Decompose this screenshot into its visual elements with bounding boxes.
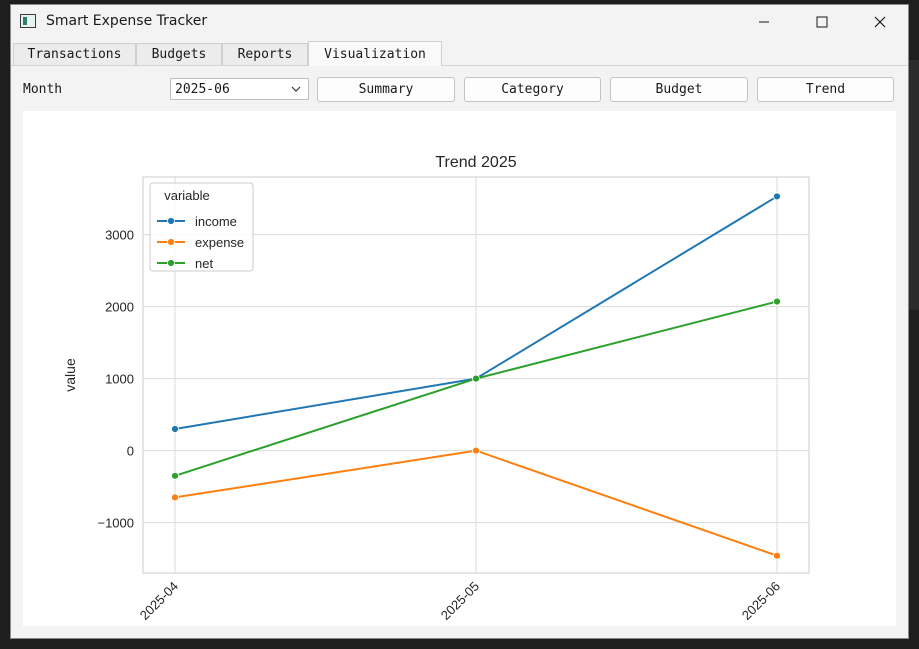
data-point-income [773, 192, 781, 201]
x-tick-label: 2025-05 [438, 579, 482, 623]
data-point-net [171, 471, 179, 480]
tab-budgets[interactable]: Budgets [136, 43, 222, 65]
y-tick-label: 2000 [105, 300, 134, 315]
tab-label: Budgets [151, 47, 207, 62]
legend-marker-income [167, 217, 175, 225]
data-point-net [773, 297, 781, 306]
close-button[interactable] [851, 5, 909, 39]
y-tick-label: 3000 [105, 228, 134, 243]
chart-area: Trend 2025 value −1000 0 1000 2000 3000 2025… [23, 111, 896, 626]
tab-transactions[interactable]: Transactions [13, 43, 136, 65]
tab-label: Reports [237, 47, 293, 62]
tab-bar: Transactions Budgets Reports Visualizati… [11, 41, 908, 66]
trend-button[interactable]: Trend [757, 77, 894, 102]
x-tick-label: 2025-06 [739, 579, 783, 623]
app-icon [20, 14, 36, 28]
legend-marker-expense [167, 238, 175, 246]
data-point-expense [773, 551, 781, 560]
month-select-value: 2025-06 [175, 81, 230, 97]
data-point-income [171, 425, 179, 433]
budget-button-label: Budget [655, 82, 703, 97]
legend-label-net: net [195, 256, 213, 271]
minimize-icon [759, 21, 769, 23]
background-window [909, 60, 919, 310]
chart-title: Trend 2025 [435, 154, 516, 171]
tab-reports[interactable]: Reports [222, 43, 308, 65]
y-tick-label: 0 [127, 444, 134, 459]
trend-button-label: Trend [805, 82, 846, 97]
maximize-icon [816, 16, 828, 28]
main-window: Smart Expense Tracker Transactions Budge… [10, 4, 909, 639]
title-bar: Smart Expense Tracker [11, 5, 908, 39]
data-point-expense [171, 493, 179, 502]
month-label: Month [23, 82, 63, 97]
close-icon [874, 16, 886, 28]
y-axis-label: value [62, 358, 78, 392]
legend-marker-net [167, 259, 175, 267]
tab-label: Visualization [324, 46, 426, 62]
summary-button-label: Summary [358, 82, 414, 97]
summary-button[interactable]: Summary [317, 77, 455, 102]
trend-chart: Trend 2025 value −1000 0 1000 2000 3000 2025… [62, 154, 810, 623]
data-point-net [472, 374, 480, 383]
y-tick-label: −1000 [97, 516, 134, 531]
legend-label-expense: expense [195, 235, 244, 250]
category-button-label: Category [501, 82, 564, 97]
maximize-button[interactable] [793, 5, 851, 39]
window-title: Smart Expense Tracker [46, 13, 208, 29]
month-select[interactable]: 2025-06 [170, 78, 309, 100]
legend-title: variable [164, 188, 210, 203]
category-button[interactable]: Category [464, 77, 601, 102]
tab-label: Transactions [27, 47, 122, 62]
x-tick-label: 2025-04 [137, 579, 181, 623]
tab-visualization[interactable]: Visualization [308, 41, 442, 66]
y-tick-label: 1000 [105, 372, 134, 387]
minimize-button[interactable] [735, 5, 793, 39]
chevron-down-icon [291, 86, 301, 92]
legend-label-income: income [195, 214, 237, 229]
budget-button[interactable]: Budget [610, 77, 748, 102]
data-point-expense [472, 446, 480, 455]
